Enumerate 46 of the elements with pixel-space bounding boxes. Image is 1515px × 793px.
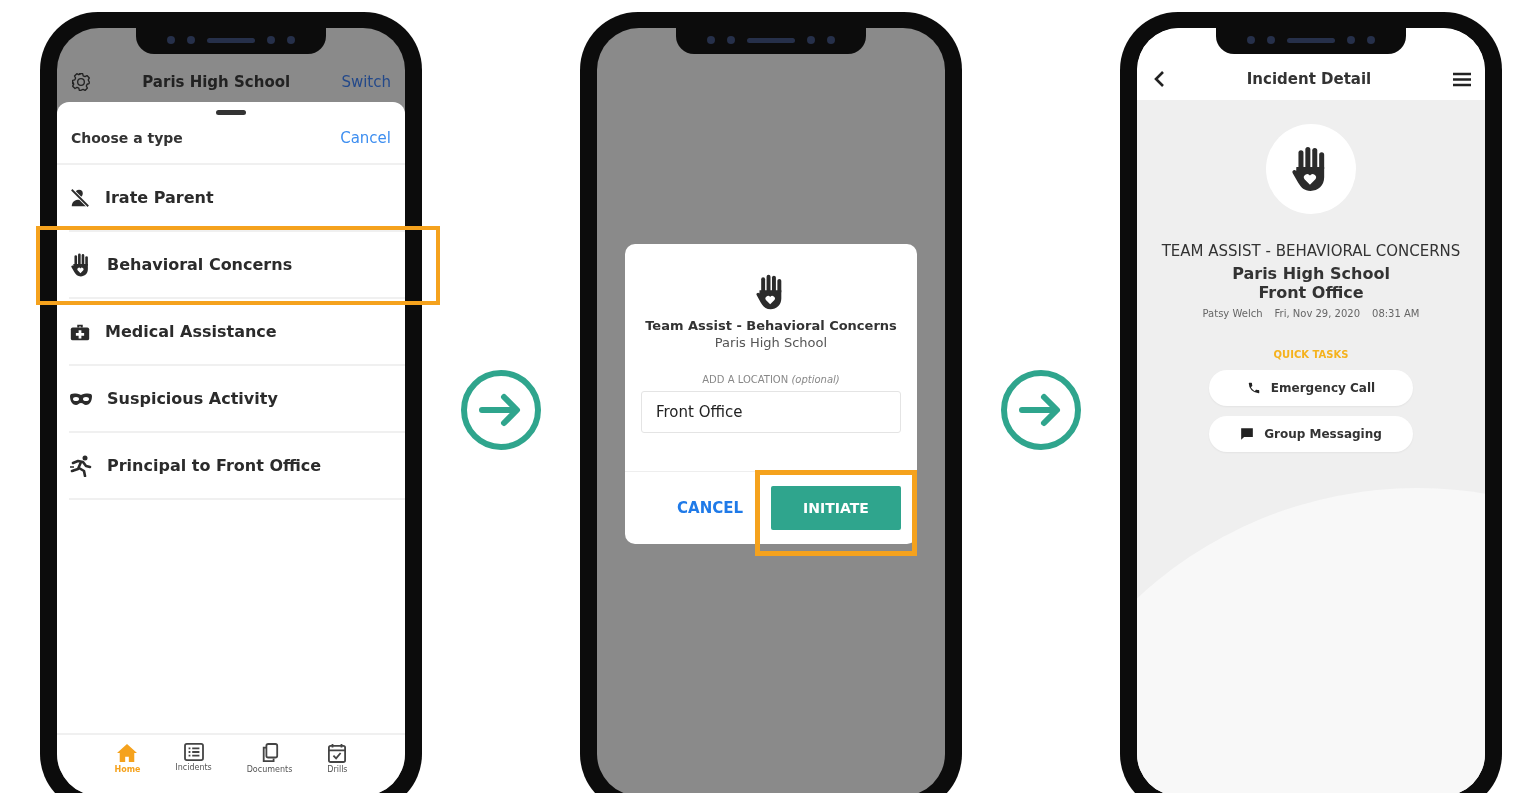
phone-icon	[1246, 381, 1261, 395]
dialog-title: Team Assist - Behavioral Concerns	[645, 318, 897, 333]
section-heading: QUICK TASKS	[1273, 349, 1349, 360]
home-icon	[116, 743, 139, 763]
quick-task-button[interactable]: Group Messaging	[1209, 416, 1413, 452]
incident-type-row[interactable]: Principal to Front Office	[69, 433, 405, 500]
location-name: Front Office	[1258, 283, 1364, 302]
running-person-icon	[69, 454, 93, 477]
incident-type-row[interactable]: Medical Assistance	[69, 299, 405, 366]
incident-type-label[interactable]: Irate Parent	[105, 188, 214, 207]
incident-type-row[interactable]: Irate Parent	[69, 165, 405, 232]
location-label: ADD A LOCATION (optional)	[702, 374, 840, 385]
settings-icon[interactable]	[71, 72, 91, 92]
documents-icon	[260, 743, 279, 763]
person-crossed-icon	[69, 186, 91, 209]
location-field[interactable]: Front Office	[641, 391, 901, 433]
arrow-circle-icon	[1000, 369, 1082, 451]
incident-type-label[interactable]: Suspicious Activity	[107, 389, 278, 408]
chat-icon	[1240, 427, 1255, 441]
dialog-subtitle: Paris High School	[714, 335, 828, 350]
sheet-handle[interactable]	[216, 110, 246, 115]
school-name: Paris High School	[1232, 264, 1390, 283]
nav-tab[interactable]: Incidents	[175, 743, 212, 774]
incident-type: TEAM ASSIST - BEHAVIORAL CONCERNS	[1161, 242, 1461, 260]
incident-type-label[interactable]: Principal to Front Office	[107, 456, 322, 475]
cancel-button[interactable]: CANCEL	[677, 499, 743, 517]
sheet-title: Choose a type	[71, 130, 183, 146]
incident-type-label[interactable]: Medical Assistance	[105, 322, 277, 341]
incident-type-row[interactable]: Behavioral Concerns	[69, 232, 405, 299]
calendar-check-icon	[328, 743, 347, 763]
back-button[interactable]	[1153, 70, 1165, 88]
quick-task-button[interactable]: Emergency Call	[1209, 370, 1413, 406]
back-icon	[1153, 70, 1165, 88]
reporter-name: Patsy Welch	[1202, 308, 1263, 319]
arrow-circle-icon	[460, 369, 542, 451]
nav-tab[interactable]: Drills	[327, 743, 348, 774]
incident-date: Fri, Nov 29, 2020	[1274, 308, 1360, 319]
menu-icon	[1453, 71, 1471, 87]
incident-type-row[interactable]: Suspicious Activity	[69, 366, 405, 433]
incident-time: 08:31 AM	[1372, 308, 1420, 319]
screen-title: Incident Detail	[1246, 70, 1372, 88]
incident-type-label[interactable]: Behavioral Concerns	[107, 255, 293, 274]
nav-tab[interactable]: Documents	[246, 743, 293, 774]
list-icon	[183, 743, 204, 761]
menu-button[interactable]	[1453, 71, 1471, 87]
school-title: Paris High School	[142, 73, 291, 91]
